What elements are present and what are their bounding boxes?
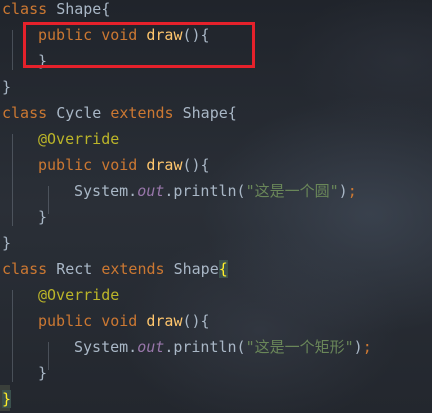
- code-token: Shape: [56, 0, 102, 18]
- red-highlight-box: [23, 22, 255, 68]
- code-token: {: [227, 104, 237, 122]
- code-token: Rect: [56, 260, 102, 278]
- code-token: void: [101, 312, 147, 330]
- code-token: System.: [74, 182, 138, 200]
- code-token: Shape: [173, 260, 219, 278]
- code-line[interactable]: }: [2, 230, 11, 256]
- code-token: System.: [74, 338, 138, 356]
- code-token: .println(: [164, 338, 246, 356]
- indent-guide: [48, 342, 49, 370]
- code-token: }: [2, 234, 12, 252]
- code-editor[interactable]: class Shape{public void draw(){}} class C…: [0, 0, 432, 413]
- code-line[interactable]: }: [38, 360, 47, 386]
- code-token: (){: [182, 312, 210, 330]
- code-token: @Override: [38, 130, 120, 148]
- code-line[interactable]: }: [2, 74, 11, 100]
- code-line[interactable]: public void draw(){: [38, 308, 210, 334]
- code-token: }: [38, 364, 48, 382]
- code-token: ): [353, 338, 363, 356]
- code-line[interactable]: }: [2, 386, 12, 412]
- code-token: public: [38, 156, 102, 174]
- code-token: void: [101, 156, 147, 174]
- code-token: Cycle: [56, 104, 111, 122]
- code-token: "这是一个矩形": [245, 338, 354, 356]
- code-token: extends: [101, 260, 174, 278]
- code-line[interactable]: }: [38, 204, 47, 230]
- code-line[interactable]: System.out.println("这是一个矩形");: [74, 334, 372, 360]
- code-token: ;: [347, 182, 357, 200]
- code-line[interactable]: public void draw(){: [38, 152, 210, 178]
- code-token: {: [218, 260, 228, 278]
- indent-guide: [12, 290, 13, 382]
- code-token: class: [2, 0, 57, 18]
- indent-guide: [12, 134, 13, 226]
- code-token: }: [2, 390, 12, 408]
- code-token: extends: [110, 104, 183, 122]
- code-line[interactable]: @Override: [38, 126, 119, 152]
- code-token: (){: [182, 156, 210, 174]
- code-token: class: [2, 260, 57, 278]
- code-line[interactable]: class Cycle extends Shape{: [2, 100, 237, 126]
- code-token: "这是一个圆": [245, 182, 339, 200]
- code-token: @Override: [38, 286, 120, 304]
- code-line[interactable]: System.out.println("这是一个圆");: [74, 178, 357, 204]
- indent-guide: [12, 30, 13, 70]
- code-token: ;: [362, 338, 372, 356]
- code-token: {: [101, 0, 111, 18]
- code-token: out: [137, 338, 165, 356]
- code-token: }: [2, 78, 12, 96]
- code-line[interactable]: @Override: [38, 282, 119, 308]
- code-line[interactable]: class Rect extends Shape{: [2, 256, 228, 282]
- code-token: class: [2, 104, 57, 122]
- code-token: draw: [146, 156, 183, 174]
- code-token: .println(: [164, 182, 246, 200]
- code-token: public: [38, 312, 102, 330]
- code-token: draw: [146, 312, 183, 330]
- code-token: out: [137, 182, 165, 200]
- code-token: Shape: [182, 104, 228, 122]
- indent-guide: [48, 186, 49, 214]
- code-token: ): [338, 182, 348, 200]
- code-token: }: [38, 208, 48, 226]
- code-line[interactable]: class Shape{: [2, 0, 110, 22]
